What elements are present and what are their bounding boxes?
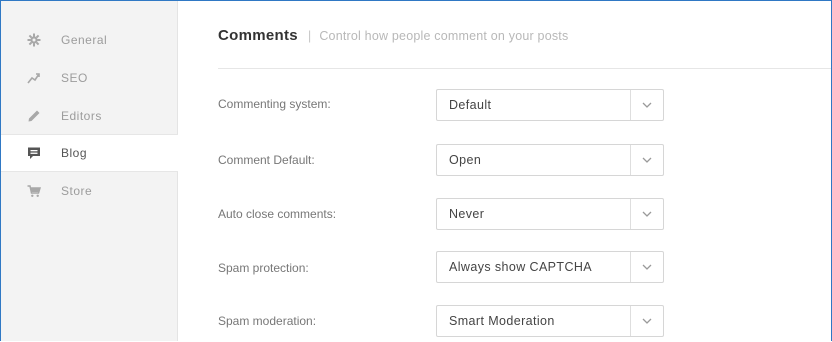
spam-moderation-select[interactable]: Smart Moderation [436, 305, 664, 337]
trend-line-icon [27, 71, 41, 85]
auto-close-comments-label: Auto close comments: [218, 207, 337, 221]
sidebar: General SEO Editors Blog Store [1, 1, 178, 341]
select-divider [630, 145, 631, 175]
chevron-down-icon[interactable] [641, 210, 653, 218]
sidebar-item-label: SEO [61, 71, 88, 85]
header-separator: | [307, 28, 312, 43]
pencil-icon [27, 109, 41, 123]
commenting-system-select[interactable]: Default [436, 89, 664, 121]
section-header: Comments | Control how people comment on… [218, 27, 568, 47]
sidebar-item-editors[interactable]: Editors [1, 97, 177, 135]
select-divider [630, 252, 631, 282]
sidebar-item-label: General [61, 33, 108, 47]
comment-default-select[interactable]: Open [436, 144, 664, 176]
sidebar-item-seo[interactable]: SEO [1, 59, 177, 97]
commenting-system-label: Commenting system: [218, 97, 331, 111]
settings-window: General SEO Editors Blog Store Comments … [0, 0, 832, 341]
comment-icon [27, 146, 41, 160]
select-divider [630, 306, 631, 336]
select-value: Open [449, 153, 482, 167]
sidebar-item-blog[interactable]: Blog [1, 134, 178, 172]
sidebar-item-general[interactable]: General [1, 21, 177, 59]
select-divider [630, 199, 631, 229]
page-title: Comments [218, 27, 298, 44]
chevron-down-icon[interactable] [641, 263, 653, 271]
sidebar-item-label: Editors [61, 109, 102, 123]
select-value: Never [449, 207, 485, 221]
spam-protection-select[interactable]: Always show CAPTCHA [436, 251, 664, 283]
auto-close-comments-select[interactable]: Never [436, 198, 664, 230]
comment-default-label: Comment Default: [218, 153, 315, 167]
select-divider [630, 90, 631, 120]
cart-icon [27, 184, 41, 198]
select-value: Always show CAPTCHA [449, 260, 593, 274]
spam-moderation-label: Spam moderation: [218, 314, 317, 328]
select-value: Default [449, 98, 492, 112]
sidebar-item-label: Store [61, 184, 93, 198]
chevron-down-icon[interactable] [641, 317, 653, 325]
spam-protection-label: Spam protection: [218, 261, 309, 275]
header-divider [218, 68, 831, 69]
select-value: Smart Moderation [449, 314, 555, 328]
page-subtitle: Control how people comment on your posts [319, 29, 569, 43]
chevron-down-icon[interactable] [641, 156, 653, 164]
sidebar-item-label: Blog [61, 146, 88, 160]
chevron-down-icon[interactable] [641, 101, 653, 109]
sidebar-item-store[interactable]: Store [1, 172, 177, 210]
gear-icon [27, 33, 41, 47]
